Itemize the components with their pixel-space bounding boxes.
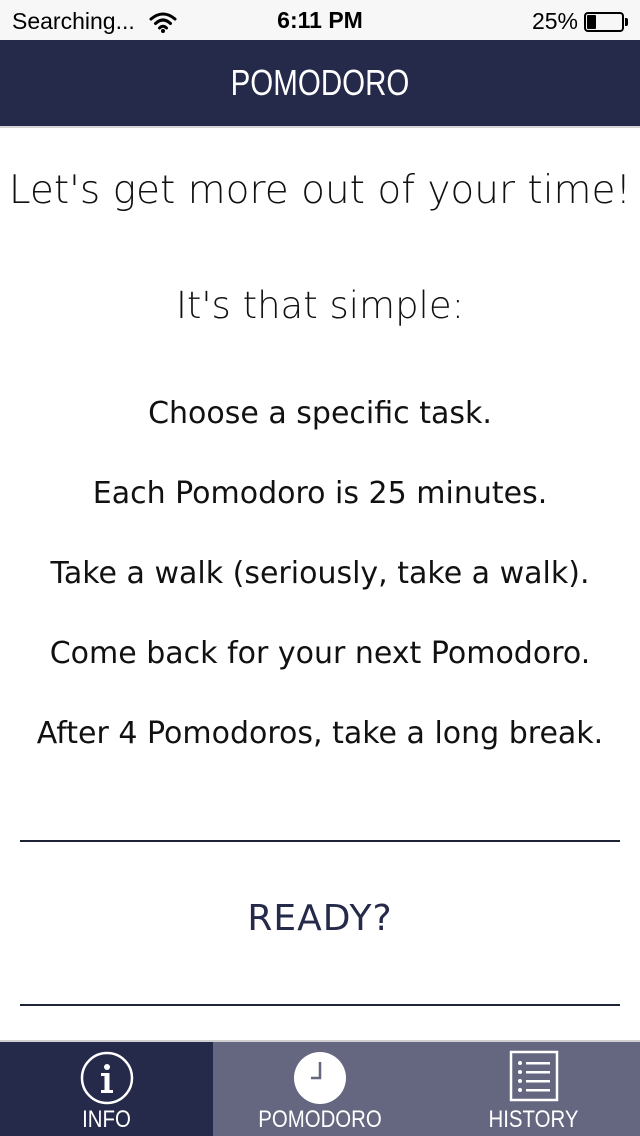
tab-pomodoro[interactable]: POMODORO (213, 1042, 427, 1136)
divider-top (20, 840, 620, 842)
tab-pomodoro-label: POMODORO (258, 1106, 382, 1133)
tab-info[interactable]: INFO (0, 1042, 213, 1136)
tab-bar: INFO POMODORO HISTORY (0, 1040, 640, 1136)
page-title: POMODORO (230, 62, 410, 103)
tab-info-label: INFO (82, 1106, 131, 1133)
clock-icon (294, 1052, 346, 1104)
step-item: Take a walk (seriously, take a walk). (50, 556, 590, 591)
step-item: After 4 Pomodoros, take a long break. (36, 716, 604, 751)
tab-history-label: HISTORY (488, 1106, 579, 1133)
headline: Let's get more out of your time! (8, 168, 632, 213)
status-bar: Searching... 6:11 PM 25% (0, 0, 640, 40)
info-icon (80, 1051, 133, 1105)
step-item: Each Pomodoro is 25 minutes. (92, 476, 548, 511)
subheadline: It's that simple: (175, 284, 465, 327)
step-item: Choose a specific task. (148, 396, 492, 431)
divider-bottom (20, 1004, 620, 1006)
nav-divider (0, 126, 640, 128)
battery-icon (584, 11, 628, 32)
screen: Searching... 6:11 PM 25% POMODORO Let's … (0, 0, 640, 1136)
tab-history[interactable]: HISTORY (427, 1042, 640, 1136)
step-item: Come back for your next Pomodoro. (49, 636, 591, 671)
status-right: 25% (532, 8, 628, 35)
battery-percent: 25% (531, 8, 578, 34)
nav-bar: POMODORO (0, 40, 640, 126)
list-icon (509, 1050, 558, 1102)
ready-button[interactable]: READY? (0, 898, 640, 939)
